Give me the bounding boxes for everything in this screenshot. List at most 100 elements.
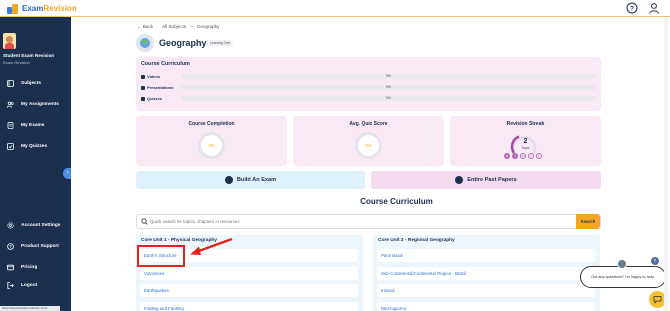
status-url: https://examrevision-website.com/... bbox=[0, 306, 60, 311]
user-icon[interactable] bbox=[648, 2, 660, 14]
day-indicator: W bbox=[520, 153, 526, 159]
topic-link[interactable]: Volcanoes bbox=[140, 267, 358, 280]
topic-link[interactable]: Paris Basin bbox=[377, 249, 595, 262]
section-title: Course Curriculum bbox=[360, 197, 433, 206]
sidebar-item-account-settings[interactable]: Account Settings bbox=[7, 222, 60, 229]
progress-row-quizzes: Quizzes 0% bbox=[141, 96, 596, 101]
sidebar-item-label: Subjects bbox=[21, 81, 41, 86]
chat-close-button[interactable]: × bbox=[651, 257, 659, 265]
sidebar-item-subjects[interactable]: Subjects bbox=[7, 80, 41, 87]
breadcrumb-separator: > bbox=[190, 24, 193, 29]
stat-title: Revision Streak bbox=[506, 121, 545, 127]
curriculum-progress-card: Course Curriculum Videos 0% Presentation… bbox=[136, 57, 601, 111]
streak-unit: Days bbox=[521, 146, 530, 150]
sidebar-item-label: Logout bbox=[21, 283, 38, 288]
progress-row-presentations: Presentations 0% bbox=[141, 85, 596, 90]
topic-link[interactable]: Mezzogiorno bbox=[377, 302, 595, 311]
progress-bar: 0% bbox=[181, 74, 596, 79]
quiz-icon bbox=[141, 96, 145, 101]
sidebar-item-pricing[interactable]: Pricing bbox=[7, 264, 37, 271]
breadcrumb-current: Geography bbox=[196, 24, 220, 29]
sidebar-item-quizzes[interactable]: My Quizzes bbox=[7, 143, 47, 150]
course-completion-card: Course Completion 0% bbox=[136, 116, 287, 166]
unit-title: Core Unit 2 - Regional Geography bbox=[378, 238, 455, 243]
day-indicator: T bbox=[512, 153, 518, 159]
users-icon bbox=[7, 101, 14, 108]
revision-streak-card: Revision Streak 2 Days M T W T F bbox=[450, 116, 601, 166]
day-indicator: M bbox=[504, 153, 510, 159]
progress-row-videos: Videos 0% bbox=[141, 74, 596, 79]
progress-label: Presentations bbox=[147, 85, 174, 90]
day-indicator: F bbox=[536, 153, 542, 159]
avatar[interactable] bbox=[3, 33, 16, 49]
search-bar: Search bbox=[136, 214, 601, 229]
stat-value: 0% bbox=[365, 143, 372, 148]
search-icon bbox=[141, 218, 148, 225]
annotation-arrow bbox=[190, 237, 233, 255]
scrollbar[interactable] bbox=[664, 17, 668, 311]
exam-icon bbox=[224, 176, 233, 184]
streak-days: M T W T F bbox=[504, 153, 542, 159]
button-label: Build An Exam bbox=[236, 177, 277, 183]
svg-text:?: ? bbox=[630, 5, 634, 12]
page-title: Geography bbox=[159, 38, 207, 48]
help-icon: ? bbox=[7, 243, 14, 250]
past-papers-button[interactable]: Entire Past Papers bbox=[371, 171, 601, 189]
topic-link[interactable]: Folding and Faulting bbox=[140, 302, 358, 311]
breadcrumb: ← Back All Subjects > Geography bbox=[137, 24, 220, 29]
stat-title: Avg. Quiz Score bbox=[349, 121, 388, 127]
back-link[interactable]: ← Back bbox=[137, 24, 153, 29]
streak-value: 2 bbox=[523, 138, 528, 145]
stat-value: 0% bbox=[208, 143, 215, 148]
progress-label: Quizzes bbox=[147, 96, 163, 101]
sidebar-item-assignments[interactable]: My Assignments bbox=[7, 101, 59, 108]
search-button[interactable]: Search bbox=[576, 214, 600, 229]
breadcrumb-all-subjects[interactable]: All Subjects bbox=[162, 24, 186, 29]
progress-bar: 0% bbox=[181, 96, 596, 101]
top-bar: ExamRevision ? bbox=[0, 0, 670, 17]
video-icon bbox=[141, 74, 145, 79]
sidebar-item-label: My Quizzes bbox=[21, 144, 48, 149]
sidebar-item-label: Account Settings bbox=[21, 223, 61, 228]
highlight-box bbox=[137, 245, 185, 267]
stat-title: Course Completion bbox=[188, 121, 235, 127]
check-icon bbox=[7, 143, 14, 150]
sidebar-item-exams[interactable]: My Exams bbox=[7, 122, 44, 129]
app-logo[interactable]: ExamRevision bbox=[7, 3, 77, 14]
sidebar-item-label: Product Support bbox=[21, 244, 59, 249]
avg-quiz-score-card: Avg. Quiz Score 0% bbox=[293, 116, 444, 166]
level-badge: Leaving Cert bbox=[207, 40, 234, 46]
sidebar-item-label: My Exams bbox=[21, 123, 45, 128]
topic-link[interactable]: Ireland bbox=[377, 284, 595, 297]
sidebar-item-label: My Assignments bbox=[21, 102, 59, 107]
logo-icon bbox=[7, 3, 19, 14]
search-input[interactable] bbox=[150, 216, 570, 227]
card-icon bbox=[7, 264, 14, 271]
completion-ring: 0% bbox=[198, 132, 225, 159]
build-exam-button[interactable]: Build An Exam bbox=[136, 171, 365, 189]
progress-label: Videos bbox=[147, 74, 161, 79]
chat-bubble[interactable]: Got any questions? I'm happy to help. bbox=[580, 266, 666, 288]
file-icon bbox=[7, 122, 14, 129]
presentation-icon bbox=[141, 85, 145, 90]
topic-link[interactable]: Earthquakes bbox=[140, 284, 358, 297]
svg-text:?: ? bbox=[9, 244, 12, 249]
unit-card-regional-geography: Core Unit 2 - Regional Geography Paris B… bbox=[373, 235, 600, 311]
card-title: Course Curriculum bbox=[141, 61, 190, 67]
user-name: Student Exam Revision bbox=[3, 53, 55, 58]
day-indicator: T bbox=[528, 153, 534, 159]
gear-icon bbox=[7, 222, 14, 229]
globe-icon bbox=[136, 34, 154, 52]
chat-agent-avatar bbox=[617, 259, 627, 269]
logo-text: ExamRevision bbox=[22, 4, 77, 13]
sidebar: Student Exam Revision Exam Revision Subj… bbox=[0, 17, 71, 311]
topic-link[interactable]: Sub-Continental/Continental Region - Bra… bbox=[377, 267, 595, 280]
chat-icon bbox=[653, 296, 662, 304]
sidebar-item-label: Pricing bbox=[21, 265, 38, 270]
user-subtitle: Exam Revision bbox=[3, 60, 30, 65]
logout-icon bbox=[7, 282, 14, 289]
help-circle-icon[interactable]: ? bbox=[626, 2, 638, 14]
sidebar-item-product-support[interactable]: ? Product Support bbox=[7, 243, 59, 250]
papers-icon bbox=[455, 176, 464, 184]
sidebar-item-logout[interactable]: Logout bbox=[7, 282, 37, 289]
